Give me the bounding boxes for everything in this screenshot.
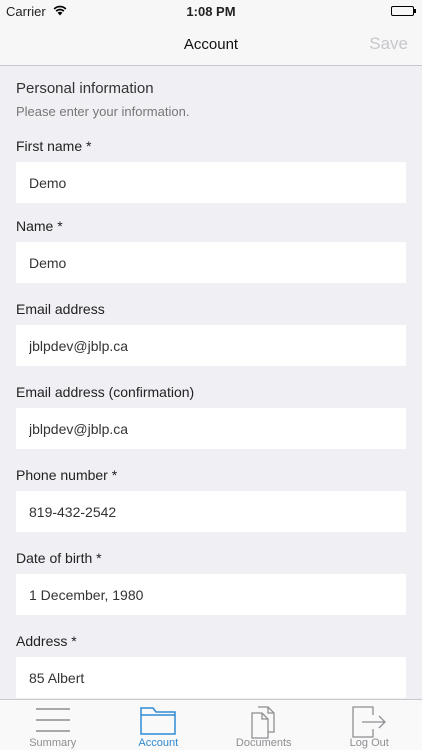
battery-icon xyxy=(391,6,416,16)
tab-logout-label: Log Out xyxy=(349,737,389,749)
address-field: Address * xyxy=(16,631,406,698)
phone-input[interactable] xyxy=(16,491,406,532)
email-label: Email address xyxy=(16,301,105,317)
first-name-label: First name * xyxy=(16,138,92,154)
first-name-field: First name * xyxy=(16,136,406,203)
section-subtitle: Please enter your information. xyxy=(16,104,190,119)
name-field: Name * xyxy=(16,216,406,283)
phone-field: Phone number * xyxy=(16,465,406,532)
tab-summary-label: Summary xyxy=(29,737,77,749)
email-confirmation-input[interactable] xyxy=(16,408,406,449)
menu-lines-icon xyxy=(35,705,71,740)
name-input[interactable] xyxy=(16,242,406,283)
save-button[interactable]: Save xyxy=(369,34,408,54)
status-time: 1:08 PM xyxy=(186,4,236,19)
folder-icon xyxy=(140,705,176,740)
email-input[interactable] xyxy=(16,325,406,366)
tab-documents-label: Documents xyxy=(235,737,292,749)
account-form[interactable]: Personal information Please enter your i… xyxy=(0,67,422,699)
tab-documents[interactable]: Documents xyxy=(211,700,317,750)
tab-account[interactable]: Account xyxy=(106,700,212,750)
date-of-birth-field: Date of birth * xyxy=(16,548,406,615)
date-of-birth-label: Date of birth * xyxy=(16,550,102,566)
tab-account-label: Account xyxy=(138,737,179,749)
phone-label: Phone number * xyxy=(16,467,118,483)
tab-logout[interactable]: Log Out xyxy=(317,700,422,750)
address-label: Address * xyxy=(16,633,77,649)
tab-bar: Summary Account Documents Log Out xyxy=(0,699,422,750)
navigation-bar: Account Save xyxy=(0,22,422,66)
status-bar: Carrier 1:08 PM xyxy=(0,0,422,22)
email-confirmation-field: Email address (confirmation) xyxy=(16,382,406,449)
tab-summary[interactable]: Summary xyxy=(0,700,106,750)
email-field: Email address xyxy=(16,299,406,366)
date-of-birth-input[interactable] xyxy=(16,574,406,615)
name-label: Name * xyxy=(16,218,63,234)
page-title: Account xyxy=(183,36,239,53)
section-title: Personal information xyxy=(16,80,154,97)
address-input[interactable] xyxy=(16,657,406,698)
email-confirmation-label: Email address (confirmation) xyxy=(16,384,195,400)
first-name-input[interactable] xyxy=(16,162,406,203)
